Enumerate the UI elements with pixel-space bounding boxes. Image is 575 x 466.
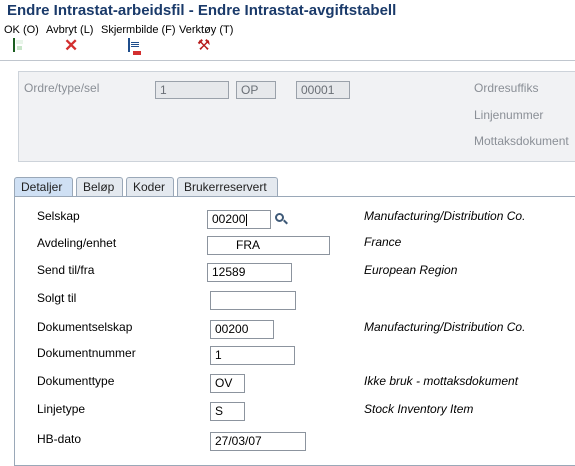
order-number-field[interactable]: 1 [155, 81, 229, 99]
document-type-label: Dokumenttype [37, 374, 115, 388]
tools-icon: ⚒ [197, 37, 211, 54]
details-panel: Selskap 00200 Manufacturing/Distribution… [14, 196, 575, 466]
document-company-label: Dokumentselskap [37, 320, 133, 334]
company-label: Selskap [37, 209, 80, 223]
tools-button-label: Verktøy (T) [179, 24, 234, 36]
line-type-input[interactable]: S [210, 402, 245, 421]
line-type-description: Stock Inventory Item [364, 402, 474, 416]
order-suffix-field[interactable]: 00001 [296, 81, 350, 99]
tab-codes[interactable]: Koder [126, 177, 174, 197]
tab-details[interactable]: Detaljer [14, 177, 73, 197]
toolbar-divider [0, 60, 575, 61]
document-number-input[interactable]: 1 [210, 346, 295, 365]
gl-date-input[interactable]: 27/03/07 [210, 432, 306, 451]
search-icon[interactable] [274, 212, 288, 226]
sold-to-label: Solgt til [37, 291, 77, 305]
line-number-label: Linjenummer [474, 108, 544, 122]
window-title: Endre Intrastat-arbeidsfil - Endre Intra… [7, 2, 397, 19]
line-type-label: Linjetype [37, 402, 86, 416]
tab-user-reserved[interactable]: Brukerreservert [177, 177, 278, 197]
toolbar: OK (O) Avbryt (L) ✕ Skjermbilde (F) Verk… [0, 24, 575, 60]
sold-to-input[interactable] [210, 291, 296, 310]
header-panel: Ordre/type/sel 1 OP 00001 Ordresuffiks L… [18, 71, 575, 162]
ok-button[interactable]: OK (O) [4, 24, 39, 52]
ship-to-input[interactable]: 12589 [207, 263, 292, 282]
cancel-button[interactable]: Avbryt (L) ✕ [46, 24, 94, 54]
business-unit-input[interactable]: FRA [207, 236, 330, 255]
business-unit-label: Avdeling/enhet [37, 236, 117, 250]
ok-button-label: OK (O) [4, 24, 39, 36]
screen-button-label: Skjermbilde (F) [101, 24, 176, 36]
close-icon: ✕ [64, 36, 79, 55]
document-company-input[interactable]: 00200 [210, 320, 274, 339]
order-type-field[interactable]: OP [236, 81, 276, 99]
company-input[interactable]: 00200 [207, 210, 271, 229]
save-icon [13, 38, 27, 53]
ship-to-label: Send til/fra [37, 263, 95, 277]
cancel-button-label: Avbryt (L) [46, 24, 94, 36]
gl-date-label: HB-dato [37, 432, 82, 446]
company-value: 00200 [212, 212, 246, 226]
tools-button[interactable]: Verktøy (T) ⚒ [179, 24, 234, 53]
tab-amounts[interactable]: Beløp [76, 177, 123, 197]
document-number-label: Dokumentnummer [37, 346, 136, 360]
order-label: Ordre/type/sel [24, 81, 100, 95]
form-icon [128, 38, 142, 55]
order-suffix-label: Ordresuffiks [474, 81, 539, 95]
receipt-document-label: Mottaksdokument [474, 134, 569, 148]
business-unit-description: France [364, 235, 402, 249]
document-type-description: Ikke bruk - mottaksdokument [364, 374, 519, 388]
screen-button[interactable]: Skjermbilde (F) [101, 24, 176, 55]
ship-to-description: European Region [364, 263, 458, 277]
company-description: Manufacturing/Distribution Co. [364, 209, 526, 223]
document-company-description: Manufacturing/Distribution Co. [364, 320, 526, 334]
document-type-input[interactable]: OV [210, 374, 245, 393]
